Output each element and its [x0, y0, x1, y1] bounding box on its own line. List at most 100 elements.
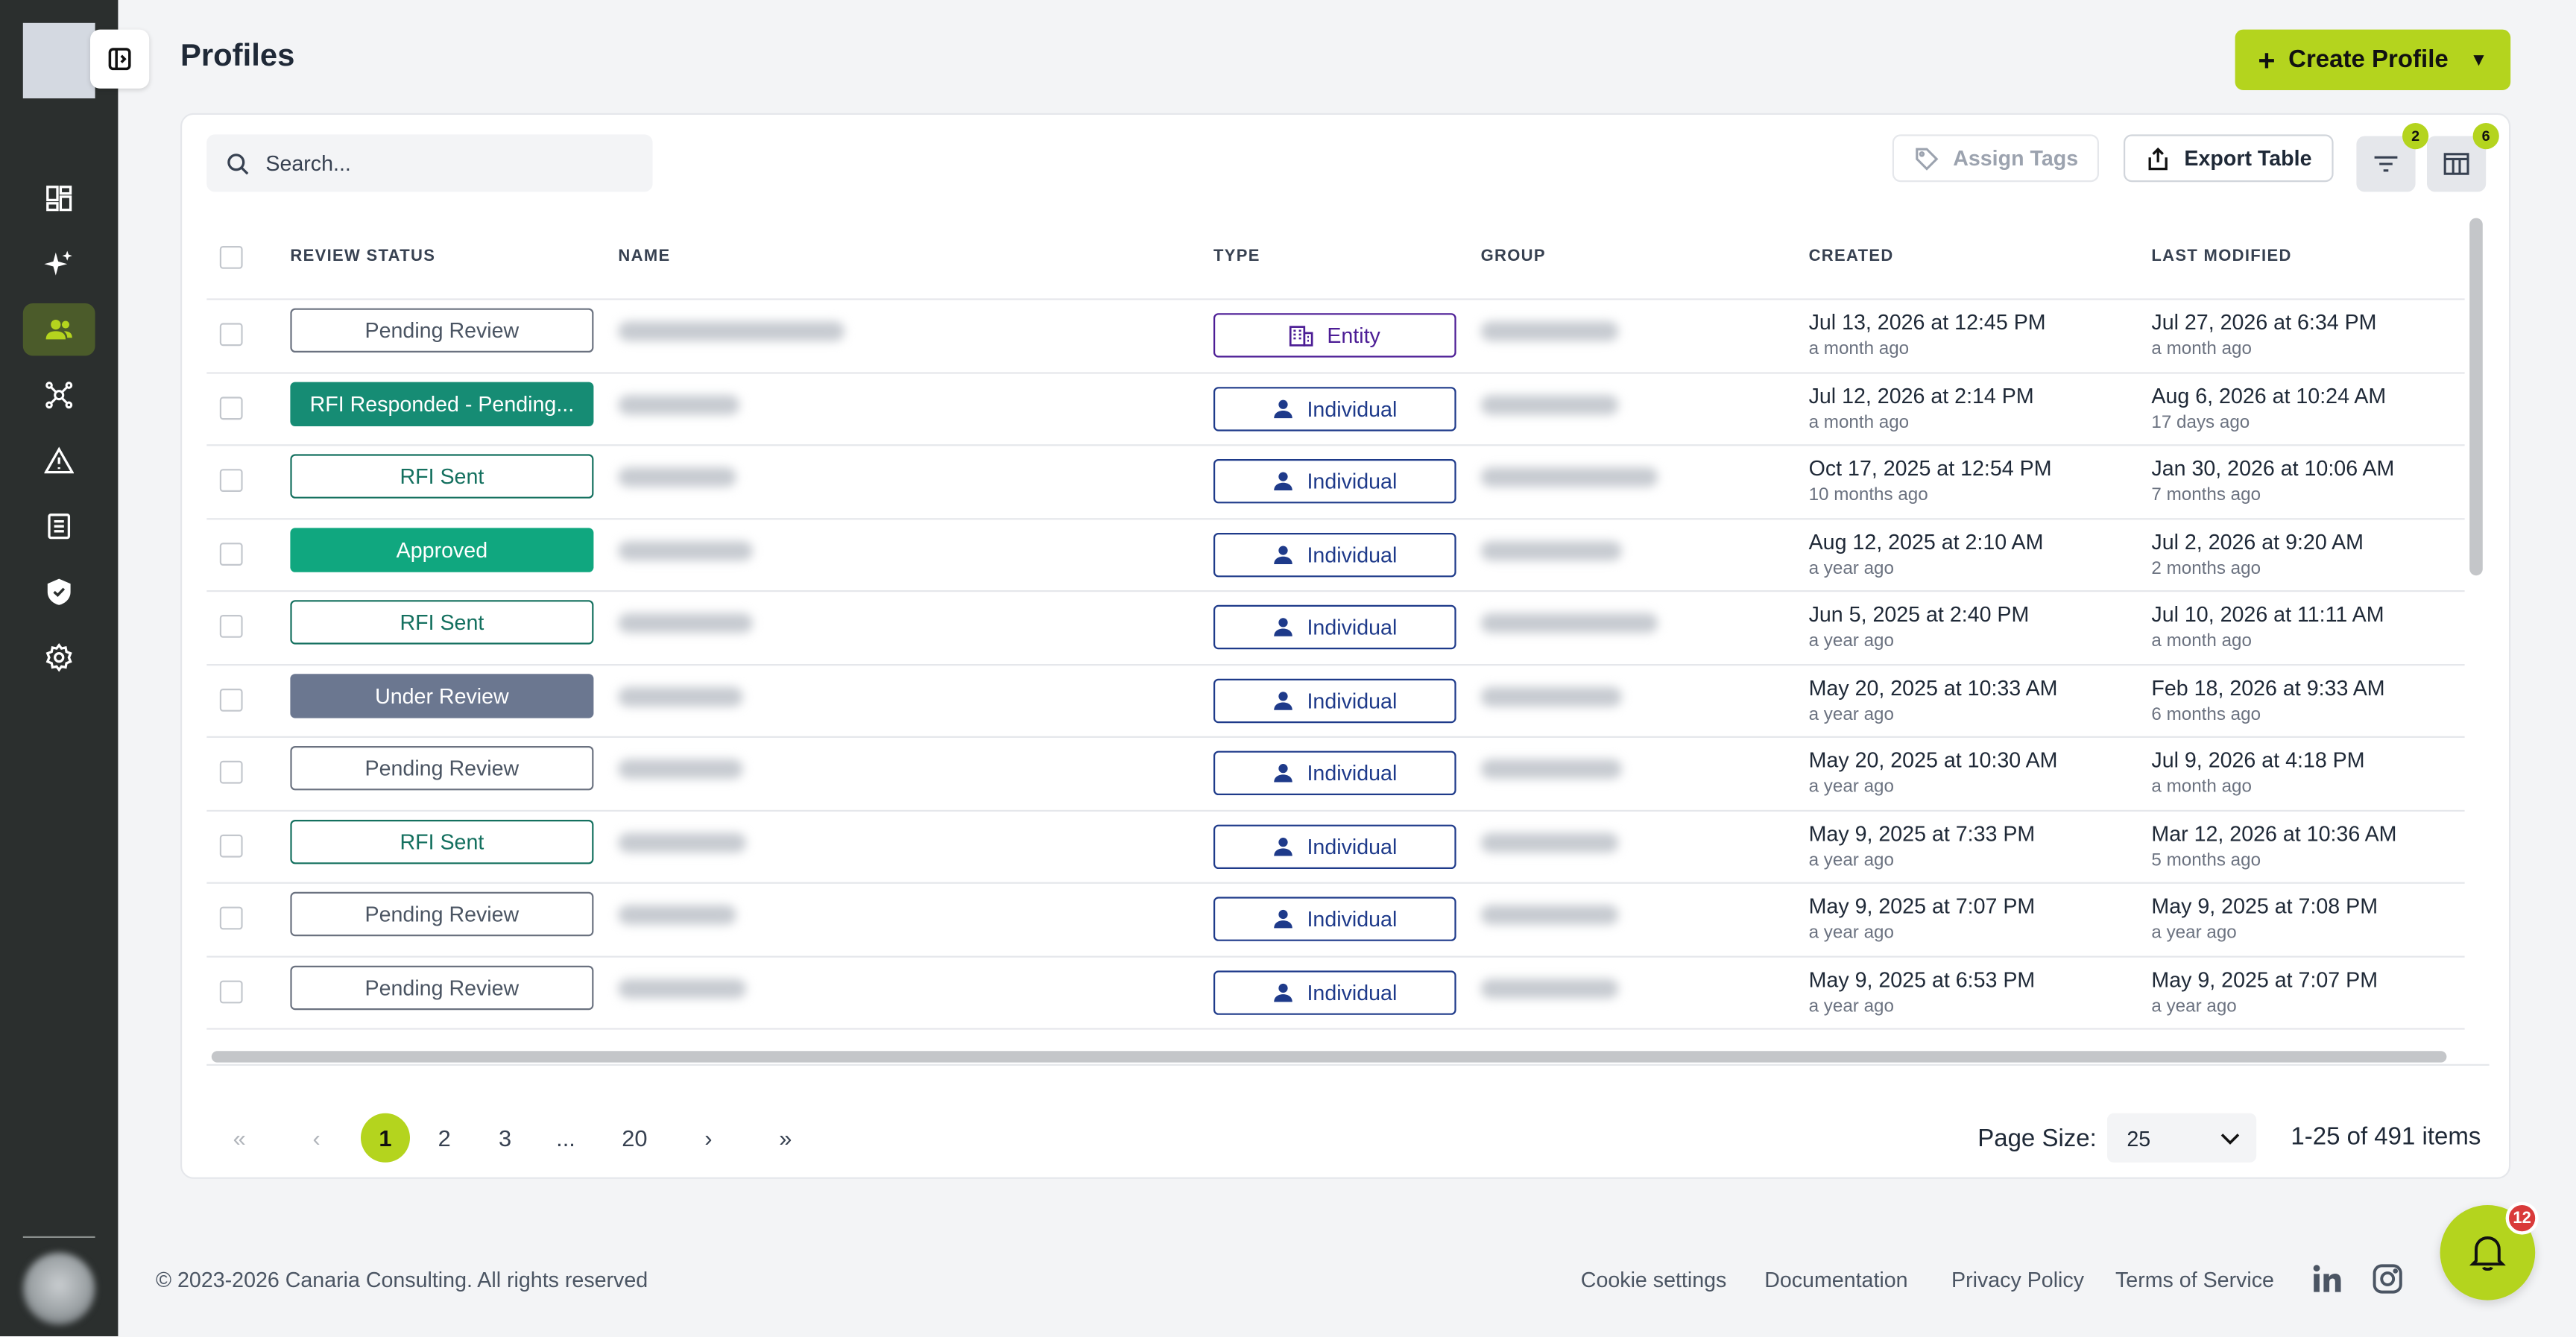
columns-button[interactable]: 6	[2427, 123, 2499, 192]
column-header-created[interactable]: CREATED	[1809, 247, 1894, 265]
profiles-table: REVIEW STATUS NAME TYPE GROUP CREATED LA…	[206, 218, 2489, 1052]
type-badge: Individual	[1213, 604, 1456, 650]
table-row[interactable]: RFI Responded - Pending... Individual Jul …	[206, 373, 2465, 446]
profile-name-redacted[interactable]	[618, 759, 743, 779]
row-checkbox[interactable]	[219, 979, 243, 1003]
footer-link-privacy-policy[interactable]: Privacy Policy	[1951, 1268, 2084, 1292]
table-row[interactable]: Pending Review Individual May 20, 2025 at …	[206, 738, 2465, 811]
profile-name-redacted[interactable]	[618, 321, 845, 341]
page-button-1[interactable]: 1	[361, 1113, 410, 1163]
profile-name-redacted[interactable]	[618, 467, 736, 487]
person-icon	[1272, 398, 1294, 420]
row-checkbox[interactable]	[219, 396, 243, 420]
linkedin-icon[interactable]	[2311, 1262, 2343, 1295]
settings-icon[interactable]	[23, 631, 95, 683]
created-relative: a year ago	[1808, 558, 1894, 578]
next-page-icon[interactable]: ›	[684, 1113, 733, 1163]
table-row[interactable]: Pending Review Individual May 9, 2025 at 6…	[206, 957, 2465, 1030]
footer-link-cookie-settings[interactable]: Cookie settings	[1581, 1268, 1727, 1292]
assign-tags-button[interactable]: Assign Tags	[1892, 134, 2100, 183]
column-header-type[interactable]: TYPE	[1213, 247, 1260, 265]
profile-name-redacted[interactable]	[618, 394, 740, 414]
prev-page-icon[interactable]: ‹	[292, 1113, 341, 1163]
column-header-review-status[interactable]: REVIEW STATUS	[290, 247, 435, 265]
vertical-scrollbar[interactable]	[2469, 218, 2483, 576]
row-checkbox[interactable]	[219, 906, 243, 930]
row-checkbox[interactable]	[219, 615, 243, 638]
profile-name-redacted[interactable]	[618, 686, 743, 707]
group-redacted	[1480, 978, 1619, 998]
table-row[interactable]: Pending Review Individual May 9, 2025 at 7…	[206, 884, 2465, 957]
profiles-icon[interactable]	[22, 303, 95, 356]
item-count: 1-25 of 491 items	[2291, 1123, 2481, 1151]
modified-relative: a month ago	[2151, 631, 2252, 651]
profile-name-redacted[interactable]	[618, 905, 736, 925]
row-checkbox[interactable]	[219, 323, 243, 347]
profile-name-redacted[interactable]	[618, 978, 746, 998]
first-page-icon[interactable]: «	[215, 1113, 264, 1163]
type-badge: Individual	[1213, 970, 1456, 1014]
created-date: May 9, 2025 at 7:33 PM	[1808, 821, 2036, 846]
created-cell: Jul 13, 2026 at 12:45 PM a month ago	[1809, 309, 2046, 364]
profile-name-redacted[interactable]	[618, 540, 753, 560]
search-input[interactable]	[265, 151, 627, 176]
row-checkbox[interactable]	[219, 833, 243, 857]
table-row[interactable]: RFI Sent Individual May 9, 2025 at 7:33 PM…	[206, 811, 2465, 884]
document-icon[interactable]	[23, 500, 95, 552]
create-profile-button[interactable]: + Create Profile ▼	[2235, 29, 2511, 90]
logo	[22, 22, 95, 98]
export-table-button[interactable]: Export Table	[2124, 134, 2334, 183]
type-badge: Individual	[1213, 750, 1456, 795]
created-cell: Jul 12, 2026 at 2:14 PM a month ago	[1809, 382, 2034, 437]
table-header: REVIEW STATUS NAME TYPE GROUP CREATED LA…	[206, 218, 2465, 300]
group-redacted	[1480, 686, 1622, 707]
filter-button[interactable]: 2	[2356, 123, 2429, 192]
page-button-2[interactable]: 2	[420, 1113, 469, 1163]
page-size-select[interactable]: 25	[2107, 1113, 2257, 1163]
select-all-checkbox[interactable]	[219, 246, 243, 269]
profile-name-redacted[interactable]	[618, 832, 746, 852]
type-label: Entity	[1327, 323, 1380, 348]
sidebar-toggle-icon[interactable]	[90, 29, 150, 89]
page-button-20[interactable]: 20	[610, 1113, 659, 1163]
building-icon	[1289, 324, 1314, 347]
page-button-3[interactable]: 3	[481, 1113, 530, 1163]
notifications-button[interactable]: 12	[2440, 1201, 2539, 1300]
profile-name-redacted[interactable]	[618, 613, 753, 633]
modified-date: May 9, 2025 at 7:08 PM	[2151, 894, 2378, 918]
last-page-icon[interactable]: »	[761, 1113, 810, 1163]
modified-date: Jul 9, 2026 at 4:18 PM	[2151, 747, 2365, 773]
person-icon	[1272, 908, 1294, 930]
plus-icon: +	[2258, 43, 2276, 77]
footer-link-documentation[interactable]: Documentation	[1764, 1268, 1907, 1292]
column-header-name[interactable]: NAME	[618, 247, 670, 265]
modified-date: Jul 2, 2026 at 9:20 AM	[2151, 528, 2364, 554]
instagram-icon[interactable]	[2371, 1262, 2404, 1295]
table-row[interactable]: Under Review Individual May 20, 2025 at 10…	[206, 665, 2465, 738]
warning-icon[interactable]	[23, 434, 95, 487]
avatar[interactable]	[22, 1252, 95, 1325]
sparkle-icon[interactable]	[23, 238, 95, 290]
created-relative: 10 months ago	[1808, 485, 1928, 505]
row-checkbox[interactable]	[219, 760, 243, 784]
search-box[interactable]	[206, 134, 653, 192]
row-checkbox[interactable]	[219, 687, 243, 711]
shield-icon[interactable]	[23, 566, 95, 618]
table-row[interactable]: RFI Sent Individual Oct 17, 2025 at 12:54 …	[206, 446, 2465, 519]
dashboard-icon[interactable]	[23, 172, 95, 224]
modified-cell: Jul 10, 2026 at 11:11 AM a month ago	[2151, 600, 2384, 656]
row-checkbox[interactable]	[219, 542, 243, 565]
row-checkbox[interactable]	[219, 469, 243, 492]
horizontal-scrollbar[interactable]	[211, 1051, 2447, 1063]
table-row[interactable]: RFI Sent Individual Jun 5, 2025 at 2:40 PM…	[206, 592, 2465, 666]
network-icon[interactable]	[23, 369, 95, 421]
status-badge: RFI Sent	[290, 454, 594, 499]
column-header-group[interactable]: GROUP	[1481, 247, 1546, 265]
column-header-last-modified[interactable]: LAST MODIFIED	[2151, 247, 2291, 265]
type-label: Individual	[1307, 542, 1398, 567]
type-label: Individual	[1307, 833, 1398, 859]
footer-link-terms-of-service[interactable]: Terms of Service	[2115, 1268, 2274, 1292]
table-row[interactable]: Approved Individual Aug 12, 2025 at 2:10 A…	[206, 519, 2465, 592]
notification-count-badge: 12	[2505, 1201, 2539, 1235]
table-row[interactable]: Pending Review Entity Jul 13, 2026 at 12:4…	[206, 300, 2465, 373]
